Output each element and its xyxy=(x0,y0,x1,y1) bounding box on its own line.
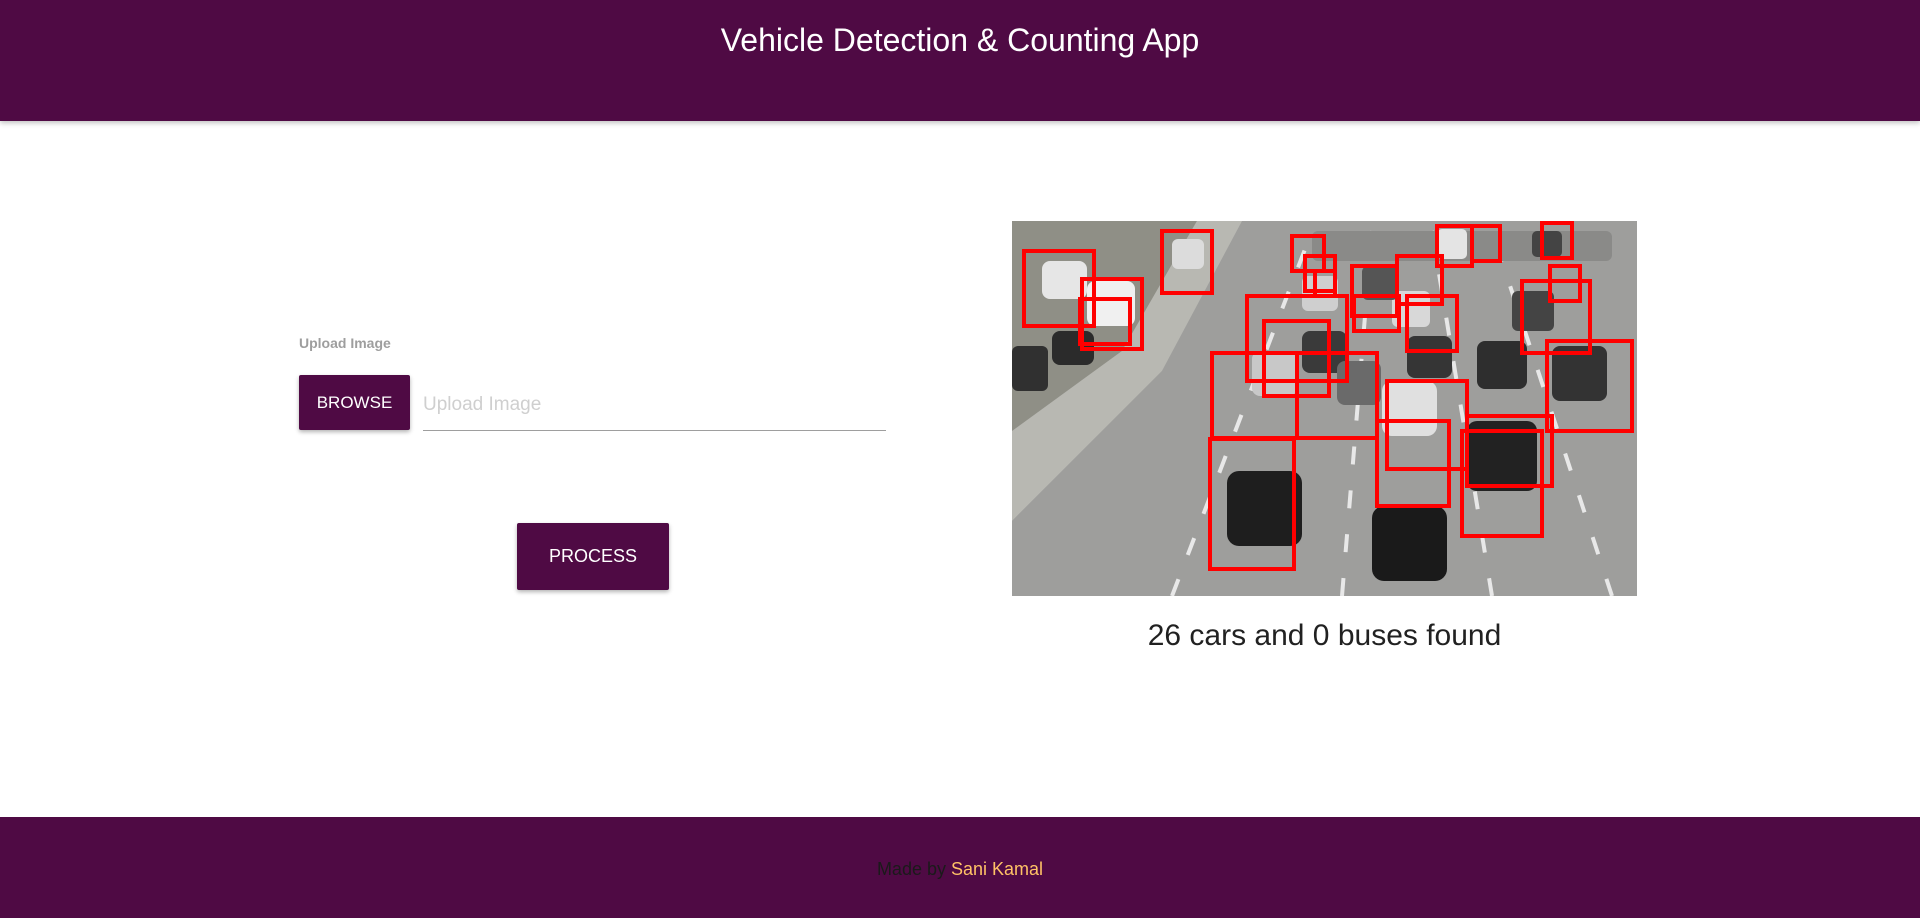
detection-image-canvas xyxy=(1012,221,1637,596)
footer-prefix: Made by xyxy=(876,859,946,879)
detection-result-text: 26 cars and 0 buses found xyxy=(1147,619,1502,652)
result-image xyxy=(1012,221,1637,596)
app-footer: Made by Sani Kamal xyxy=(0,817,1920,918)
main-content: Upload Image BROWSE PROCESS xyxy=(0,121,1920,817)
process-button[interactable]: PROCESS xyxy=(517,523,669,590)
footer-credit: Made by Sani Kamal xyxy=(0,859,1920,880)
app-title: Vehicle Detection & Counting App xyxy=(720,22,1200,58)
app-header: Vehicle Detection & Counting App xyxy=(0,0,1920,121)
author-link[interactable]: Sani Kamal xyxy=(951,859,1043,879)
upload-label: Upload Image xyxy=(299,335,391,351)
upload-image-input[interactable] xyxy=(423,379,886,431)
browse-button[interactable]: BROWSE xyxy=(299,375,410,430)
